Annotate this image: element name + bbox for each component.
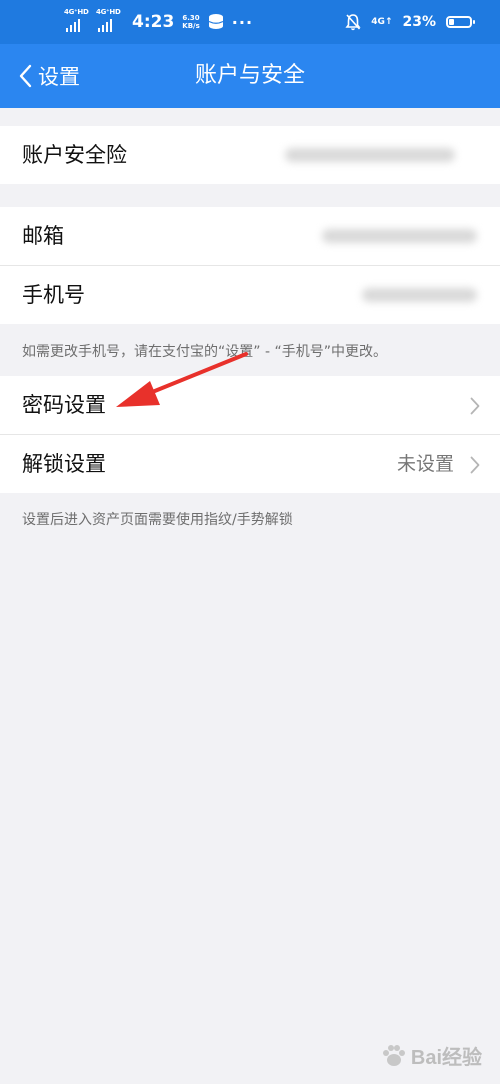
paw-logo-icon: [382, 1044, 405, 1066]
baidu-watermark: Bai经验: [381, 1041, 482, 1070]
watermark-text: Bai经验: [410, 1047, 482, 1069]
annotation-arrow: [116, 352, 248, 407]
